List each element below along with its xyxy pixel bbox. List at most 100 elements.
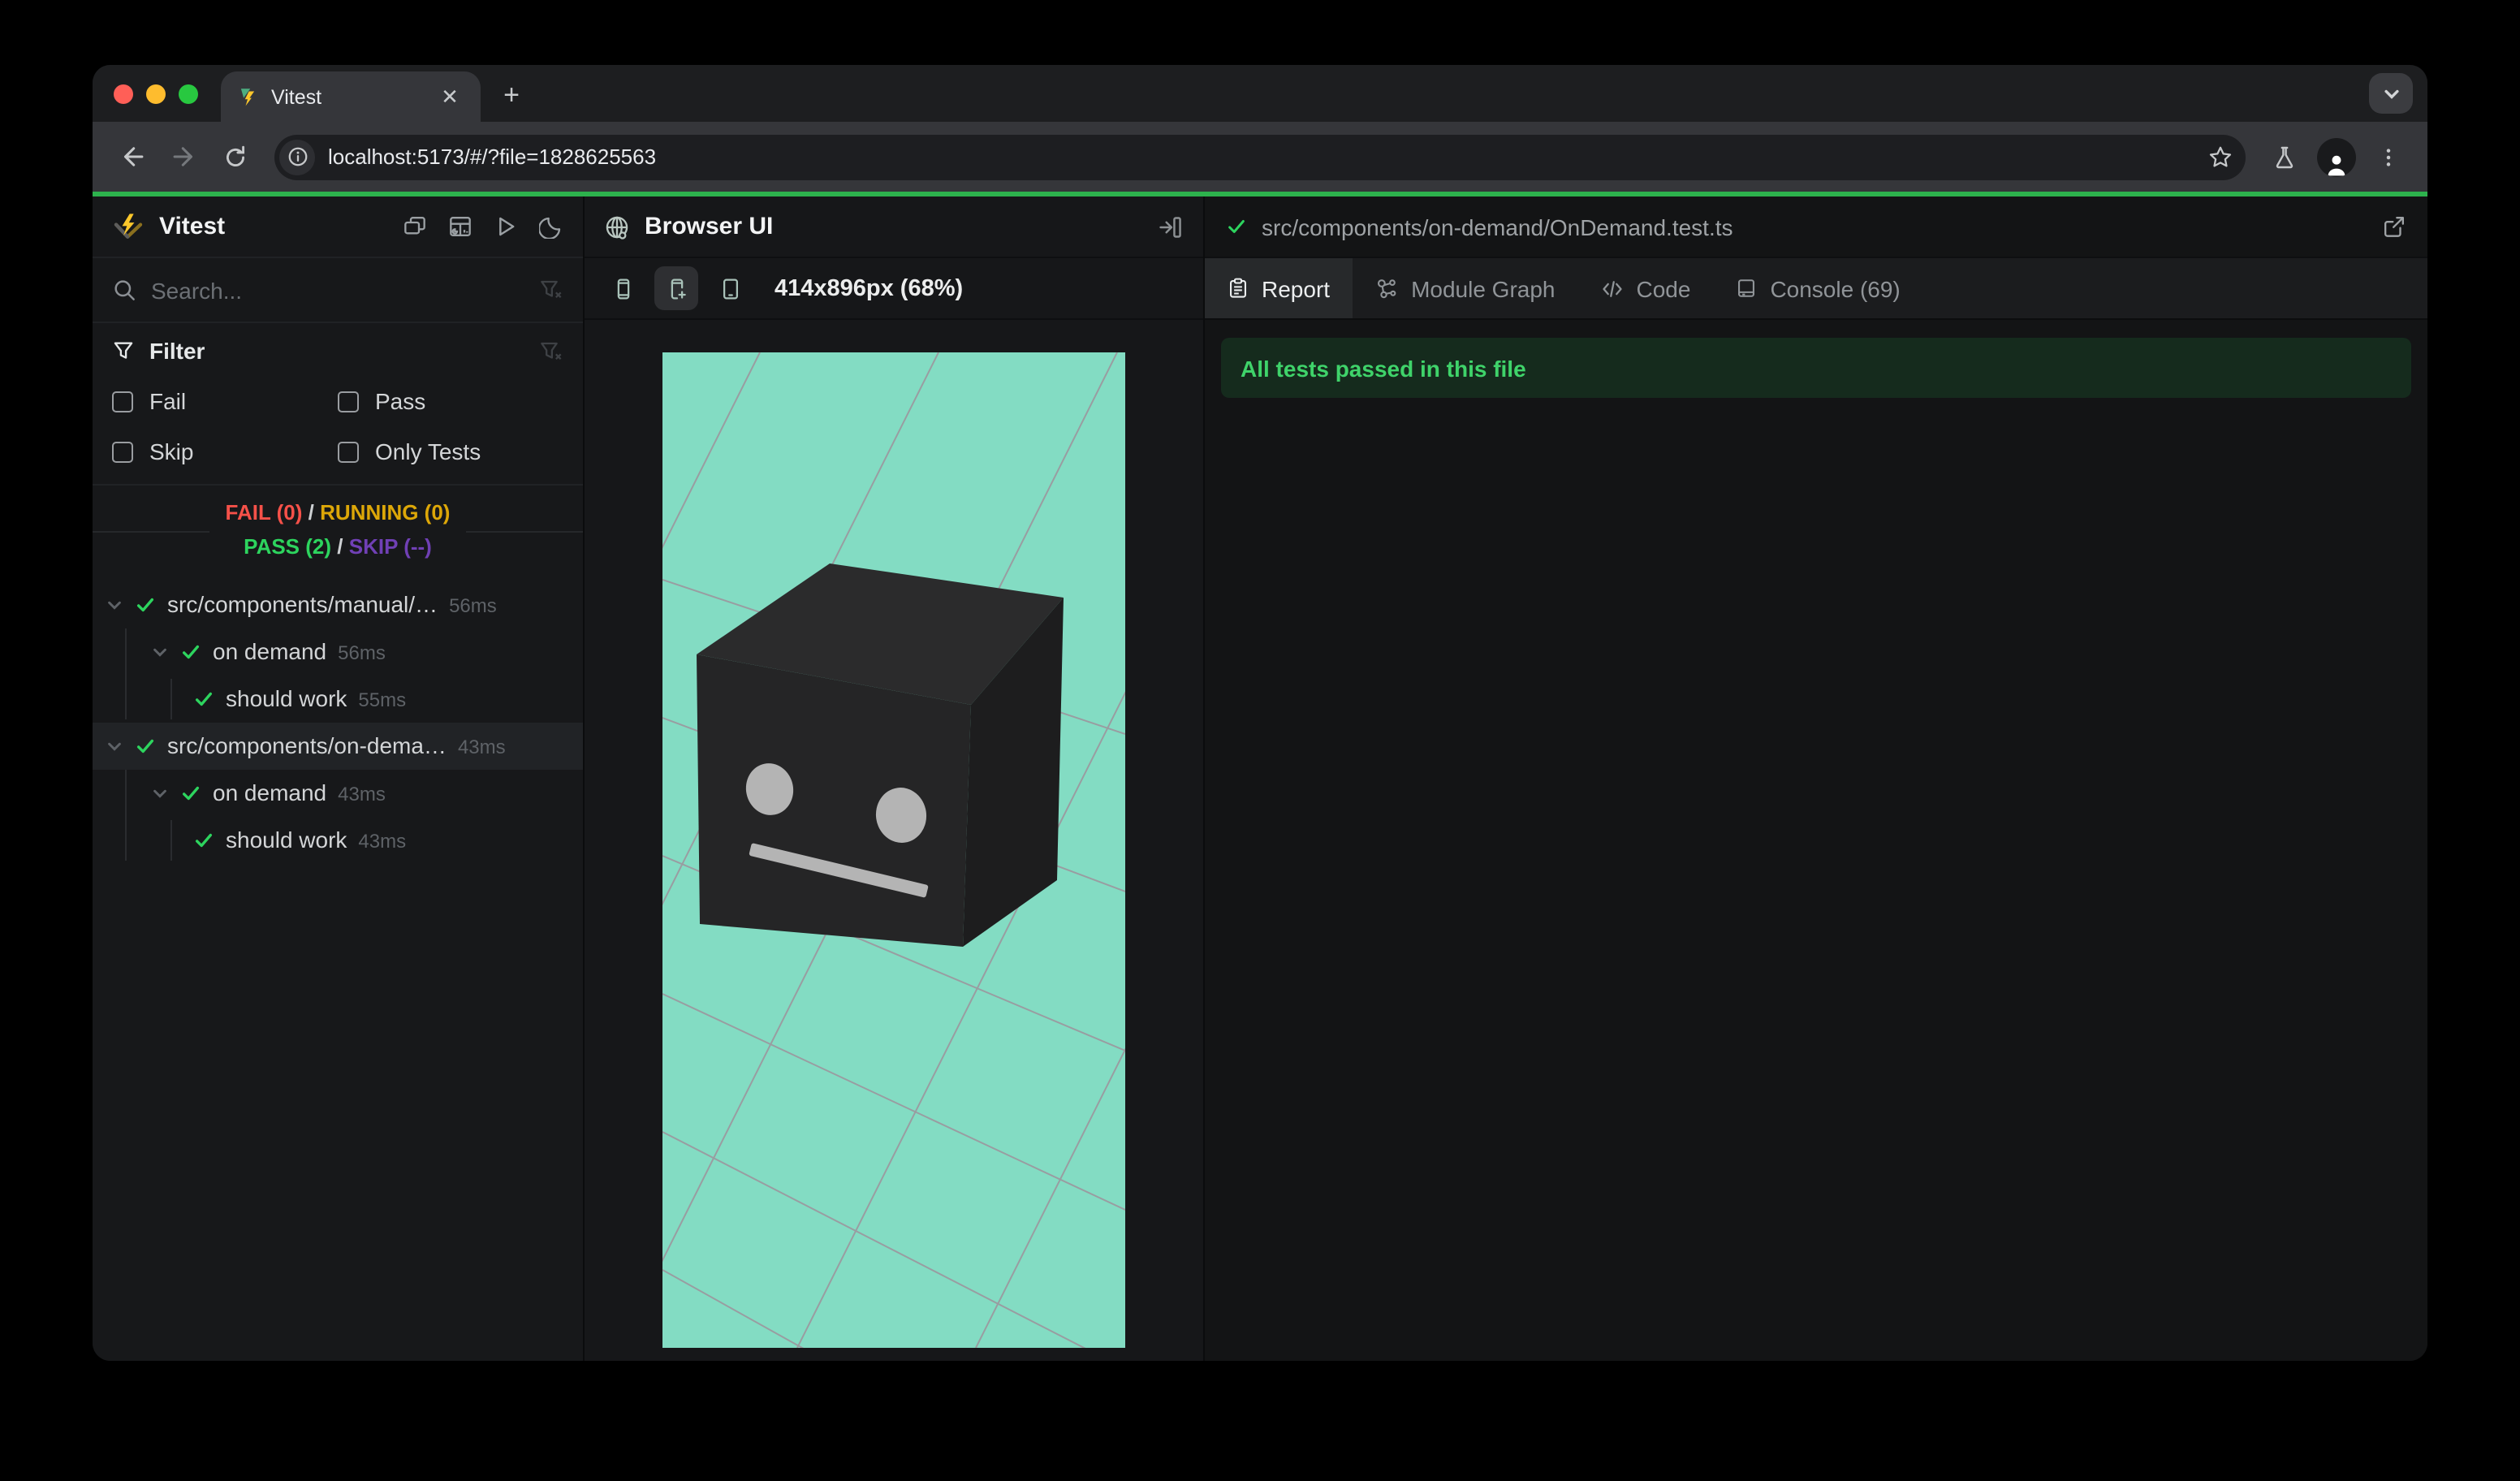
checkbox-skip[interactable]: Skip — [112, 438, 338, 464]
avatar[interactable] — [2317, 137, 2356, 176]
sidebar-header: Vitest — [93, 196, 583, 258]
desktop: Vitest ✕ + localhost:5173/#/?file=182862… — [0, 0, 2520, 1481]
browser-ui-header: Browser UI — [585, 196, 1203, 258]
all-tests-passed-banner: All tests passed in this file — [1221, 338, 2411, 398]
tab-strip: Vitest ✕ + — [93, 65, 2427, 122]
summary-line-2: PASS (2) / SKIP (--) — [244, 533, 432, 559]
flask-icon[interactable] — [2262, 134, 2307, 179]
test-duration: 43ms — [358, 830, 407, 853]
checkbox — [338, 391, 359, 412]
dashboard-icon[interactable] — [448, 214, 472, 239]
skip-count: SKIP (--) — [348, 533, 432, 559]
filter-icon — [112, 339, 135, 362]
filter-clear-icon[interactable] — [539, 278, 563, 302]
checkbox — [112, 441, 133, 462]
test-summary: FAIL (0) / RUNNING (0) PASS (2) / SKIP (… — [93, 486, 583, 577]
device-viewport[interactable] — [662, 352, 1125, 1348]
back-icon[interactable] — [109, 134, 154, 179]
search-input[interactable] — [151, 277, 524, 303]
file-path: src/components/on-demand/OnDemand.test.t… — [1262, 214, 1733, 240]
report-body: All tests passed in this file — [1205, 320, 2427, 1361]
phone-icon[interactable] — [601, 266, 645, 310]
chevron-down-icon[interactable] — [151, 784, 169, 801]
checkbox-fail[interactable]: Fail — [112, 388, 338, 414]
vitest-logo-icon — [112, 210, 145, 243]
sidebar: Vitest Search... Filter Fail Pass Skip O… — [93, 196, 585, 1361]
test-duration: 55ms — [358, 689, 407, 712]
chevron-down-icon[interactable] — [106, 595, 123, 613]
menu-dots-icon[interactable] — [2366, 134, 2411, 179]
external-link-icon[interactable] — [2382, 214, 2406, 239]
test-name: should work — [226, 685, 347, 712]
tree-row-suite[interactable]: on demand 43ms — [93, 769, 583, 816]
pass-count: PASS (2) — [244, 533, 332, 559]
info-icon[interactable] — [279, 139, 315, 175]
tab-report[interactable]: Report — [1205, 258, 1353, 318]
robot-cube-scene — [662, 352, 1125, 1348]
tab-search-chevron-button[interactable] — [2369, 73, 2413, 114]
url-text[interactable]: localhost:5173/#/?file=1828625563 — [328, 145, 2200, 169]
filter-clear-icon[interactable] — [539, 339, 563, 363]
tab-console[interactable]: Console (69) — [1713, 258, 1922, 318]
fail-count: FAIL (0) — [225, 500, 303, 525]
browser-window: Vitest ✕ + localhost:5173/#/?file=182862… — [93, 65, 2427, 1361]
tab-module-graph[interactable]: Module Graph — [1353, 258, 1577, 318]
tree-row-suite[interactable]: on demand 56ms — [93, 628, 583, 675]
checkbox-pass[interactable]: Pass — [338, 388, 563, 414]
app-title: Vitest — [159, 213, 226, 240]
tree-row-file[interactable]: src/components/manual/… 56ms — [93, 581, 583, 628]
browser-toolbar: localhost:5173/#/?file=1828625563 — [93, 122, 2427, 192]
test-tree: src/components/manual/… 56ms on demand 5… — [93, 577, 583, 1361]
checkbox — [338, 441, 359, 462]
check-icon — [1226, 216, 1247, 237]
check-icon — [135, 594, 156, 615]
test-duration: 56ms — [449, 594, 497, 618]
run-icon[interactable] — [494, 214, 518, 239]
tree-row-test[interactable]: should work 43ms — [93, 816, 583, 863]
tab-code[interactable]: Code — [1578, 258, 1714, 318]
new-tab-button[interactable]: + — [490, 75, 533, 117]
close-tab-icon[interactable]: ✕ — [435, 82, 464, 111]
browser-ui-title: Browser UI — [645, 213, 774, 240]
forward-icon[interactable] — [161, 134, 206, 179]
report-panel: src/components/on-demand/OnDemand.test.t… — [1205, 196, 2427, 1361]
phone-add-icon[interactable] — [654, 266, 698, 310]
favicon-vitest — [237, 86, 258, 107]
tablet-icon[interactable] — [708, 266, 752, 310]
test-duration: 56ms — [338, 641, 386, 665]
chevron-down-icon[interactable] — [151, 642, 169, 660]
address-bar[interactable]: localhost:5173/#/?file=1828625563 — [274, 134, 2246, 179]
tree-row-file-selected[interactable]: src/components/on-dema… 43ms — [93, 722, 583, 770]
moon-icon[interactable] — [539, 214, 563, 239]
filter-section: Filter Fail Pass Skip Only Tests — [93, 323, 583, 486]
check-icon — [180, 641, 201, 662]
reload-icon[interactable] — [213, 134, 258, 179]
test-file-name: src/components/on-dema… — [167, 732, 447, 759]
checkbox-only-tests[interactable]: Only Tests — [338, 438, 563, 464]
minimize-window-button[interactable] — [146, 84, 166, 103]
check-icon — [180, 782, 201, 803]
report-icon — [1228, 278, 1249, 299]
collapse-panels-icon[interactable] — [403, 214, 427, 239]
browser-tab-vitest[interactable]: Vitest ✕ — [221, 71, 481, 122]
check-icon — [135, 735, 156, 756]
search-icon — [112, 278, 136, 302]
test-file-name: src/components/manual/… — [167, 591, 438, 618]
check-icon — [193, 829, 214, 850]
close-window-button[interactable] — [114, 84, 133, 103]
test-name: should work — [226, 827, 347, 853]
summary-line-1: FAIL (0) / RUNNING (0) — [225, 500, 451, 525]
checkbox — [112, 391, 133, 412]
viewport-resolution: 414x896px (68%) — [775, 275, 964, 301]
zoom-window-button[interactable] — [179, 84, 198, 103]
star-icon[interactable] — [2200, 137, 2239, 176]
viewport-toolbar: 414x896px (68%) — [585, 258, 1203, 320]
test-duration: 43ms — [338, 783, 386, 806]
vitest-ui: Vitest Search... Filter Fail Pass Skip O… — [93, 196, 2427, 1361]
tree-row-test[interactable]: should work 55ms — [93, 675, 583, 722]
traffic-lights — [93, 65, 221, 122]
chevron-down-icon[interactable] — [106, 736, 123, 754]
search-row — [93, 258, 583, 323]
dock-right-icon[interactable] — [1158, 214, 1184, 240]
report-tabs: Report Module Graph Code Console (69) — [1205, 258, 2427, 320]
